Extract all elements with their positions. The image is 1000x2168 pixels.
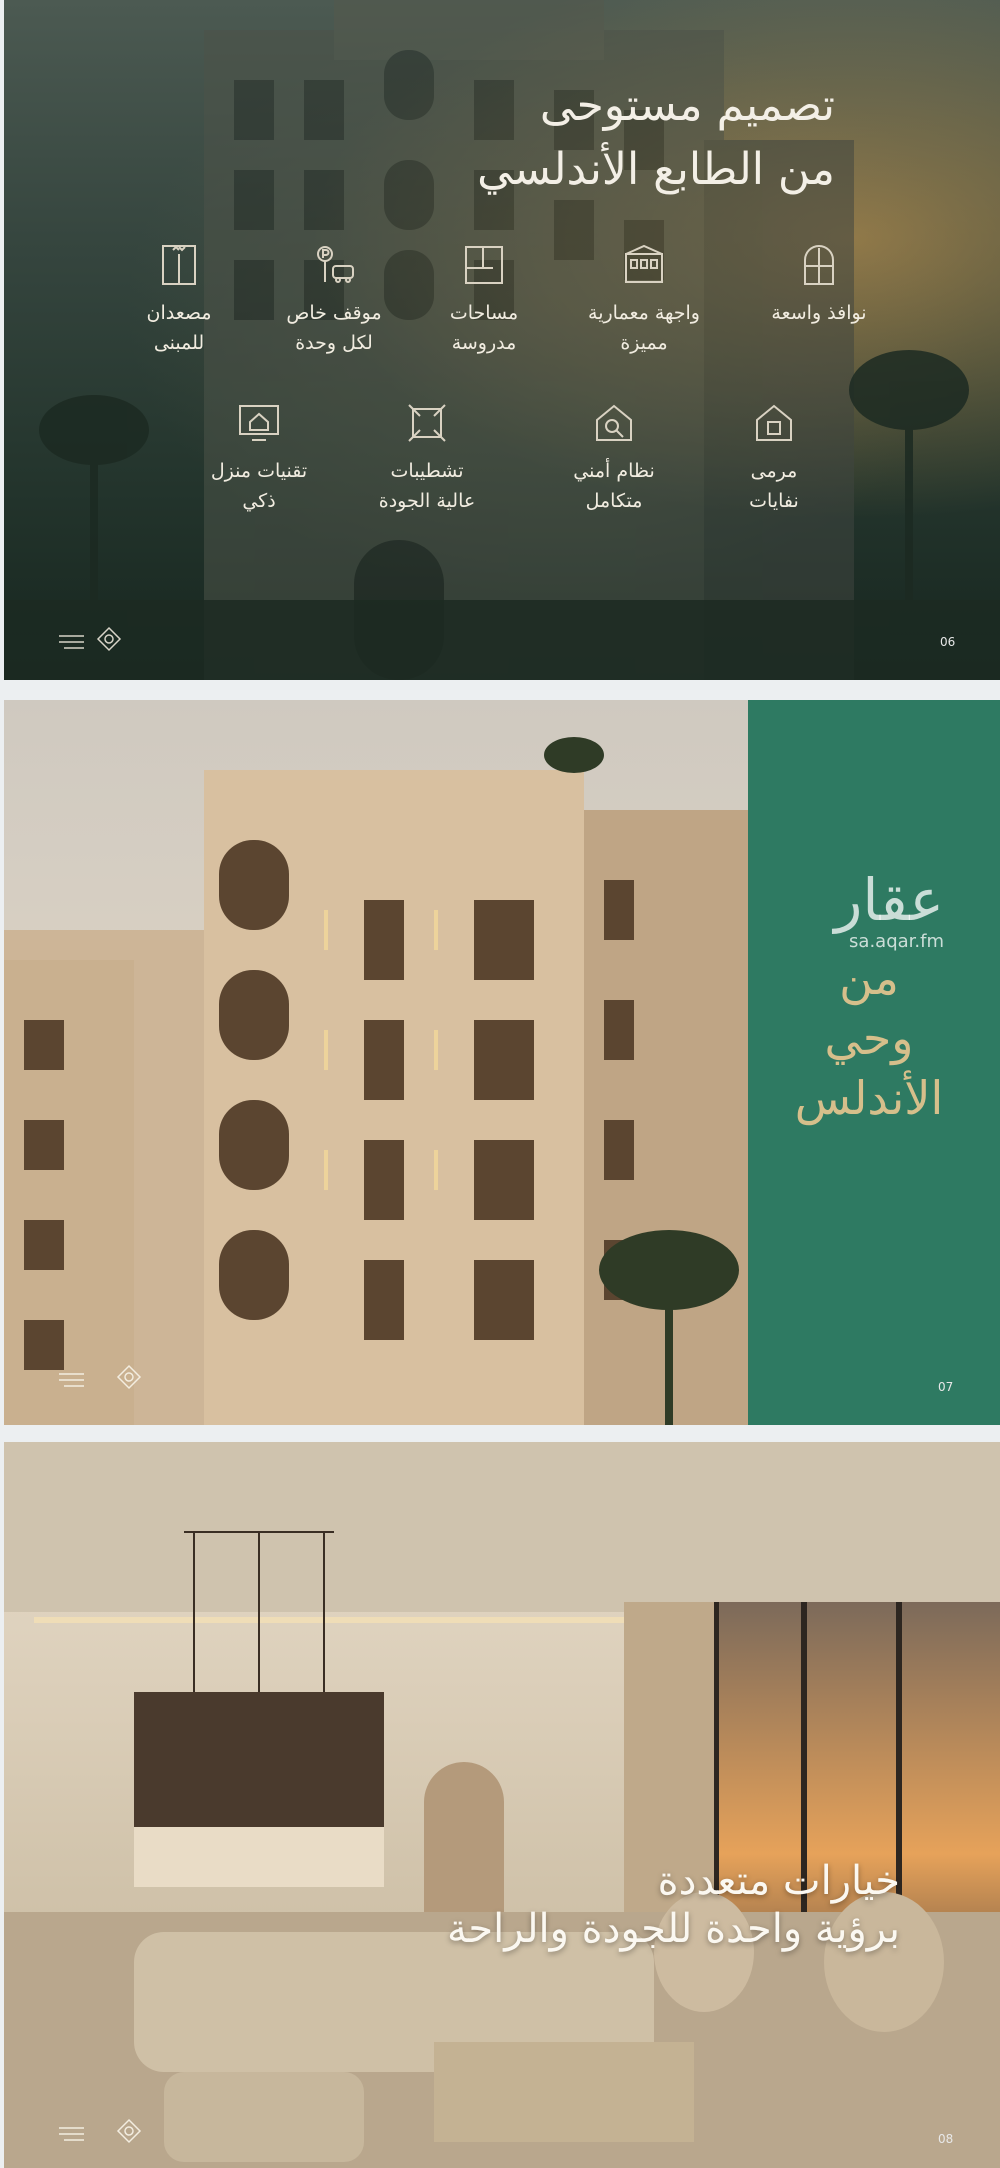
page-number: 07 <box>938 1380 954 1394</box>
finishes-icon <box>404 400 450 446</box>
feature-finishes: تشطيبات عالية الجودة <box>352 400 502 516</box>
aqar-watermark: عقار sa.aqar.fm <box>834 866 944 952</box>
floorplan-icon <box>461 242 507 288</box>
slide-headline: خيارات متعددة برؤية واحدة للجودة والراحة <box>446 1858 900 1952</box>
window-icon <box>796 242 842 288</box>
feature-parking: موقف خاص لكل وحدة <box>259 242 409 358</box>
slide-06: تصميم مستوحى من الطابع الأندلسي نوافذ وا… <box>4 0 1000 680</box>
smart-home-icon <box>236 400 282 446</box>
developer-logo <box>54 2114 164 2154</box>
feature-elevators: مصعدان للمبنى <box>104 242 254 358</box>
feature-smart-home: تقنيات منزل ذكي <box>184 400 334 516</box>
feature-wide-windows: نوافذ واسعة <box>744 242 894 328</box>
feature-trash-chute: مرمى نفايات <box>699 400 849 516</box>
feature-facade: واجهة معمارية مميزة <box>569 242 719 358</box>
trash-chute-icon <box>751 400 797 446</box>
elevator-icon <box>156 242 202 288</box>
slide-07: عقار sa.aqar.fm من وحي الأندلس 07 <box>4 700 1000 1425</box>
slide-08: خيارات متعددة برؤية واحدة للجودة والراحة… <box>4 1442 1000 2168</box>
parking-icon <box>311 242 357 288</box>
page-number: 06 <box>940 635 956 649</box>
slide-headline: من وحي الأندلس <box>794 951 944 1125</box>
developer-logo <box>54 622 164 662</box>
facade-icon <box>621 242 667 288</box>
slide-title: تصميم مستوحى من الطابع الأندلسي <box>477 80 835 195</box>
feature-spaces: مساحات مدروسة <box>409 242 559 358</box>
page-number: 08 <box>938 2132 954 2146</box>
feature-security: نظام أمني متكامل <box>539 400 689 516</box>
security-icon <box>591 400 637 446</box>
developer-logo <box>54 1360 164 1400</box>
building-photo <box>4 700 748 1425</box>
interior-photo <box>4 1442 1000 2168</box>
